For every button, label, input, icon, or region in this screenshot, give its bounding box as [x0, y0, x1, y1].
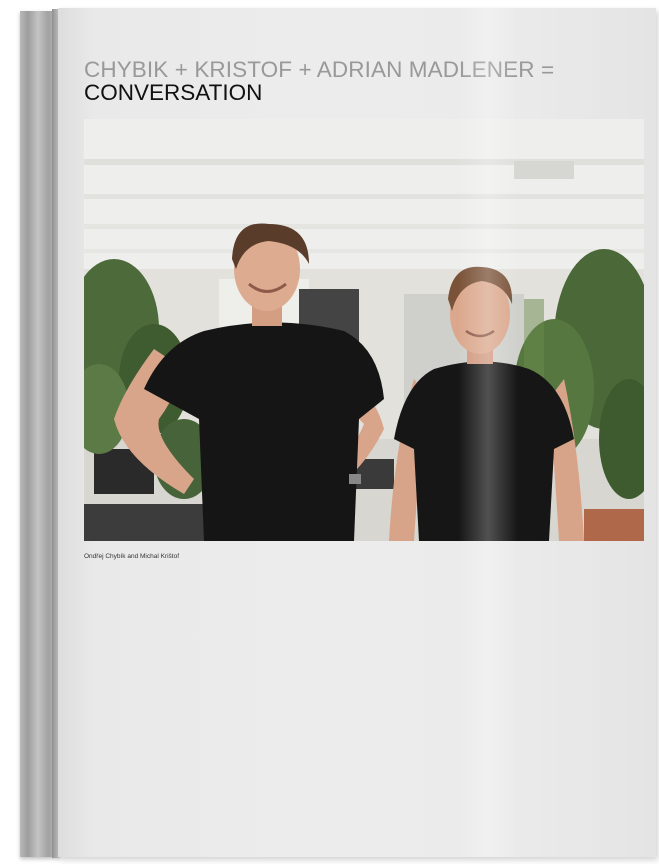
ceiling-light	[514, 161, 574, 179]
magazine-cover: CHYBIK + KRISTOF + ADRIAN MADLENER = CON…	[58, 8, 656, 857]
plant-pot	[584, 509, 644, 541]
portrait-photo	[84, 119, 644, 541]
magazine: CHYBIK + KRISTOF + ADRIAN MADLENER = CON…	[18, 8, 658, 859]
article-title-conversation: CONVERSATION	[84, 80, 263, 105]
photo-caption: Ondřej Chybík and Michal Krištof	[84, 553, 180, 560]
